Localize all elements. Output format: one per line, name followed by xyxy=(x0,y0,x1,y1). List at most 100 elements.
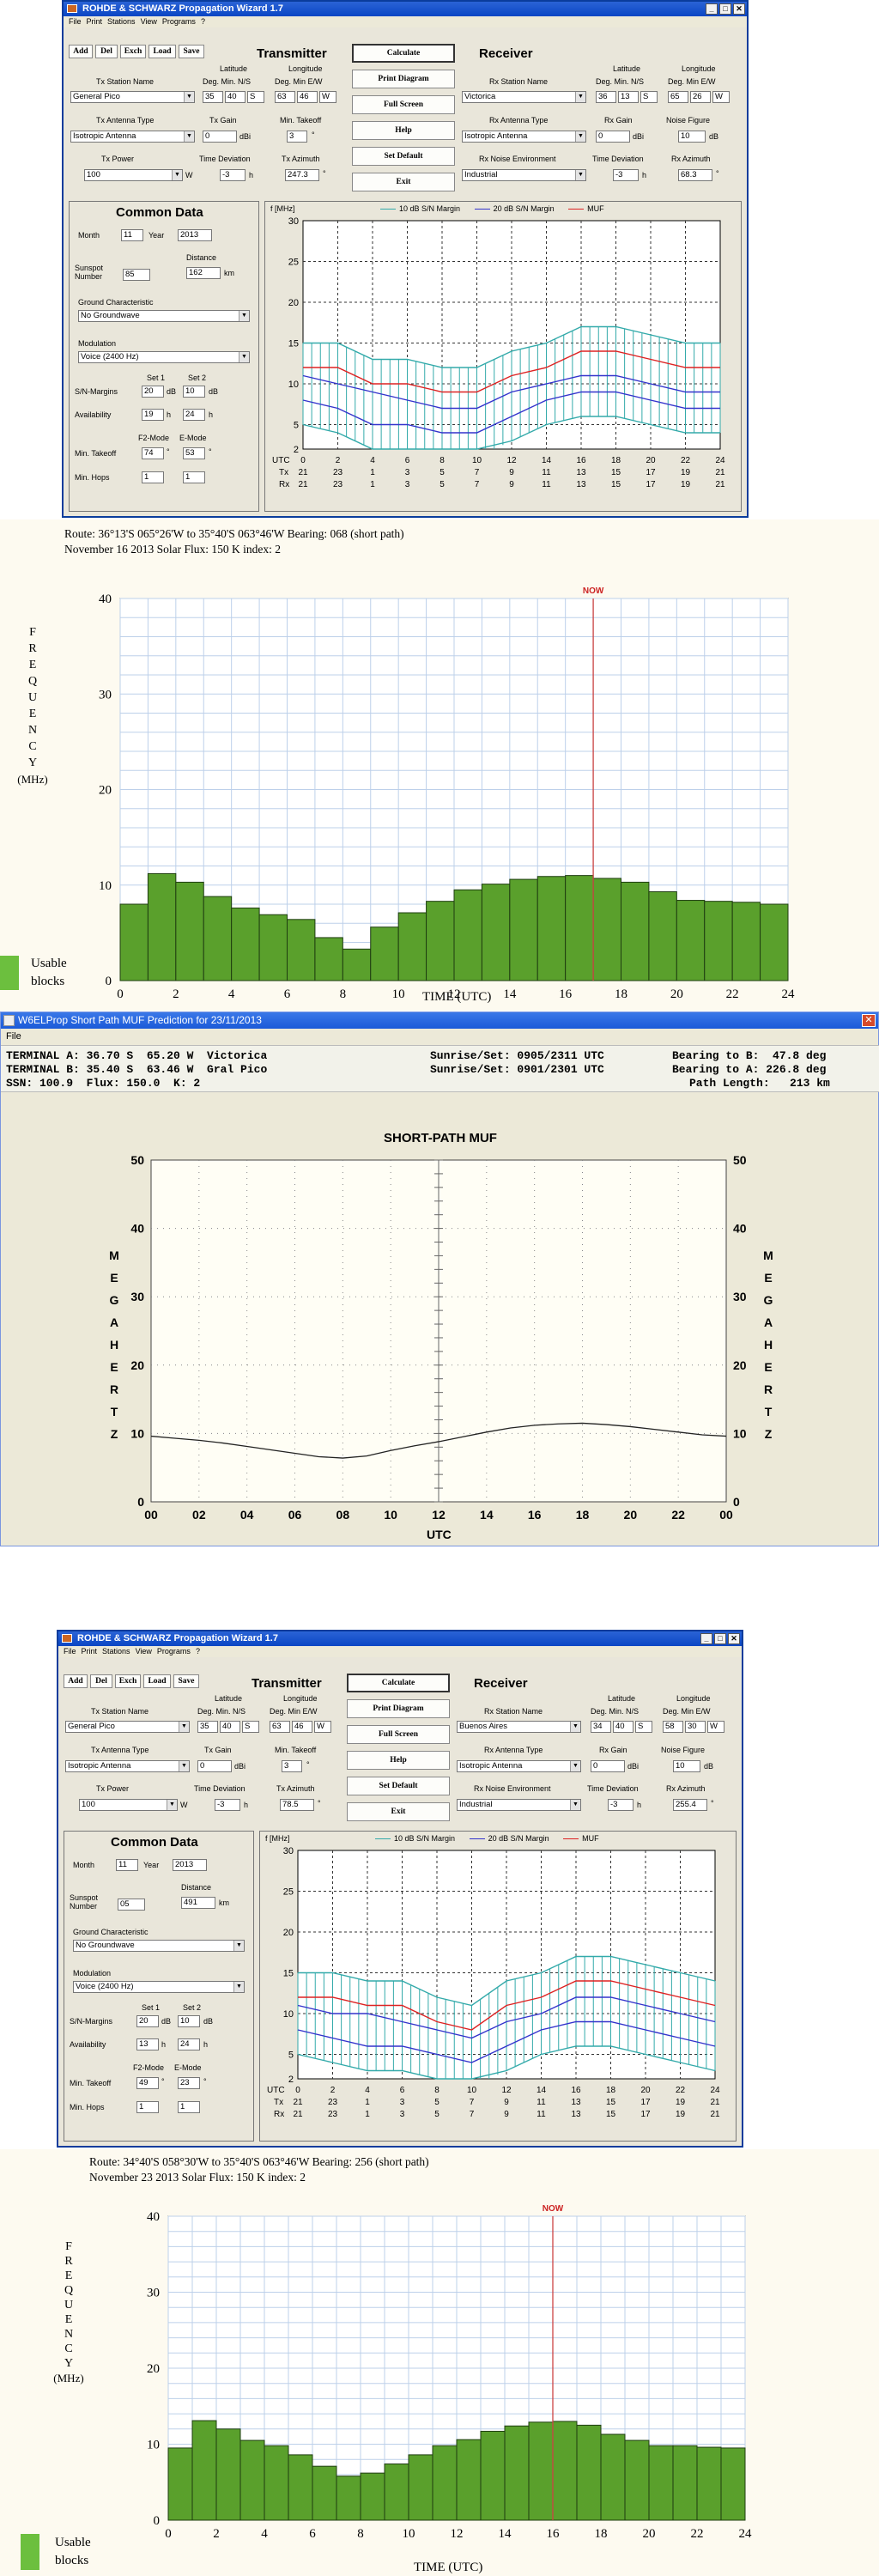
rx-noise-select-2[interactable]: Industrial ▼ xyxy=(457,1799,581,1811)
rx-lon-deg-2[interactable]: 58 xyxy=(663,1721,683,1733)
rx-lat-ns-2[interactable]: S xyxy=(635,1721,652,1733)
print-diagram-button[interactable]: Print Diagram xyxy=(352,70,455,88)
min-takeoff-field[interactable]: 3 xyxy=(287,131,307,143)
tx-gain-field-2[interactable]: 0 xyxy=(197,1760,232,1772)
noise-figure-field[interactable]: 10 xyxy=(678,131,706,143)
rx-noise-select[interactable]: Industrial ▼ xyxy=(462,169,586,181)
exch-button-2[interactable]: Exch xyxy=(115,1674,141,1688)
del-button-2[interactable]: Del xyxy=(90,1674,112,1688)
tx-station-select[interactable]: General Pico ▼ xyxy=(70,91,195,103)
tx-antenna-select[interactable]: Isotropic Antenna ▼ xyxy=(70,131,195,143)
rx-lat-deg-2[interactable]: 34 xyxy=(591,1721,611,1733)
print-diagram-button-2[interactable]: Print Diagram xyxy=(347,1699,450,1718)
rx-lat-min[interactable]: 13 xyxy=(618,91,639,103)
save-button-2[interactable]: Save xyxy=(173,1674,199,1688)
tx-gain-field[interactable]: 0 xyxy=(203,131,237,143)
tx-lon-min[interactable]: 46 xyxy=(297,91,318,103)
tx-lon-deg-2[interactable]: 63 xyxy=(270,1721,290,1733)
ground-select[interactable]: No Groundwave ▼ xyxy=(78,310,250,322)
rx-lon-deg[interactable]: 65 xyxy=(668,91,688,103)
full-screen-button-2[interactable]: Full Screen xyxy=(347,1725,450,1744)
close-button-2[interactable]: ✕ xyxy=(728,1633,740,1644)
load-button[interactable]: Load xyxy=(149,45,176,58)
save-button[interactable]: Save xyxy=(179,45,204,58)
tx-lat-deg[interactable]: 35 xyxy=(203,91,223,103)
tx-lat-deg-2[interactable]: 35 xyxy=(197,1721,218,1733)
exit-button[interactable]: Exit xyxy=(352,173,455,191)
tx-lon-min-2[interactable]: 46 xyxy=(292,1721,312,1733)
exch-button[interactable]: Exch xyxy=(120,45,146,58)
rx-antenna-select-2[interactable]: Isotropic Antenna ▼ xyxy=(457,1760,581,1772)
add-button[interactable]: Add xyxy=(69,45,93,58)
exit-button-2[interactable]: Exit xyxy=(347,1802,450,1821)
tx-time-dev-field-2[interactable]: -3 xyxy=(215,1799,240,1811)
sn-set2-field-2[interactable]: 10 xyxy=(178,2015,200,2027)
rx-lon-ew[interactable]: W xyxy=(712,91,730,103)
minimize-button-2[interactable]: _ xyxy=(700,1633,712,1644)
rx-lat-deg[interactable]: 36 xyxy=(596,91,616,103)
noise-figure-field-2[interactable]: 10 xyxy=(673,1760,700,1772)
add-button-2[interactable]: Add xyxy=(64,1674,88,1688)
sunspot-field[interactable]: 85 xyxy=(123,269,150,281)
sn-set1-field-2[interactable]: 20 xyxy=(136,2015,159,2027)
menu-view-2[interactable]: View xyxy=(136,1647,152,1656)
menu-help-2[interactable]: ? xyxy=(196,1647,200,1656)
tx-power-select-2[interactable]: 100 ▼ xyxy=(79,1799,178,1811)
min-takeoff-field-2[interactable]: 3 xyxy=(282,1760,302,1772)
tx-lat-min[interactable]: 40 xyxy=(225,91,246,103)
full-screen-button[interactable]: Full Screen xyxy=(352,95,455,114)
month-field-2[interactable]: 11 xyxy=(116,1859,138,1871)
rx-antenna-select[interactable]: Isotropic Antenna ▼ xyxy=(462,131,586,143)
modulation-select-2[interactable]: Voice (2400 Hz) ▼ xyxy=(73,1981,245,1993)
rx-time-dev-field[interactable]: -3 xyxy=(613,169,639,181)
rx-lat-min-2[interactable]: 40 xyxy=(613,1721,633,1733)
maximize-button[interactable]: □ xyxy=(719,3,731,15)
calculate-button-2[interactable]: Calculate xyxy=(347,1674,450,1692)
menu-file-2[interactable]: File xyxy=(64,1647,76,1656)
del-button[interactable]: Del xyxy=(95,45,118,58)
ground-select-2[interactable]: No Groundwave ▼ xyxy=(73,1940,245,1952)
year-field-2[interactable]: 2013 xyxy=(173,1859,207,1871)
minimize-button[interactable]: _ xyxy=(706,3,718,15)
tx-station-select-2[interactable]: General Pico ▼ xyxy=(65,1721,190,1733)
tx-antenna-select-2[interactable]: Isotropic Antenna ▼ xyxy=(65,1760,190,1772)
year-field[interactable]: 2013 xyxy=(178,229,212,241)
menu-print[interactable]: Print xyxy=(87,17,103,26)
rx-gain-field-2[interactable]: 0 xyxy=(591,1760,625,1772)
rx-lon-min-2[interactable]: 30 xyxy=(685,1721,706,1733)
help-button[interactable]: Help xyxy=(352,121,455,140)
rx-lon-min[interactable]: 26 xyxy=(690,91,711,103)
tx-power-select[interactable]: 100 ▼ xyxy=(84,169,183,181)
tx-time-dev-field[interactable]: -3 xyxy=(220,169,246,181)
menu-stations-2[interactable]: Stations xyxy=(102,1647,130,1656)
menu-print-2[interactable]: Print xyxy=(82,1647,98,1656)
rx-lon-ew-2[interactable]: W xyxy=(707,1721,724,1733)
sn-set1-field[interactable]: 20 xyxy=(142,386,164,398)
sn-set2-field[interactable]: 10 xyxy=(183,386,205,398)
tx-lat-ns-2[interactable]: S xyxy=(242,1721,259,1733)
calculate-button[interactable]: Calculate xyxy=(352,44,455,63)
rx-time-dev-field-2[interactable]: -3 xyxy=(608,1799,633,1811)
sunspot-field-2[interactable]: 05 xyxy=(118,1899,145,1911)
month-field[interactable]: 11 xyxy=(121,229,143,241)
menu-file[interactable]: File xyxy=(69,17,82,26)
menu-help[interactable]: ? xyxy=(201,17,205,26)
rx-station-select[interactable]: Victorica ▼ xyxy=(462,91,586,103)
menu-view[interactable]: View xyxy=(141,17,157,26)
tx-lon-ew[interactable]: W xyxy=(319,91,336,103)
maximize-button-2[interactable]: □ xyxy=(714,1633,726,1644)
help-button-2[interactable]: Help xyxy=(347,1751,450,1770)
menu-programs-2[interactable]: Programs xyxy=(157,1647,191,1656)
set-default-button[interactable]: Set Default xyxy=(352,147,455,166)
tx-lon-deg[interactable]: 63 xyxy=(275,91,295,103)
modulation-select[interactable]: Voice (2400 Hz) ▼ xyxy=(78,351,250,363)
load-button-2[interactable]: Load xyxy=(143,1674,171,1688)
rx-gain-field[interactable]: 0 xyxy=(596,131,630,143)
tx-lat-ns[interactable]: S xyxy=(247,91,264,103)
rx-station-select-2[interactable]: Buenos Aires ▼ xyxy=(457,1721,581,1733)
tx-lat-min-2[interactable]: 40 xyxy=(220,1721,240,1733)
menu-stations[interactable]: Stations xyxy=(107,17,136,26)
set-default-button-2[interactable]: Set Default xyxy=(347,1777,450,1795)
close-button[interactable]: ✕ xyxy=(733,3,745,15)
tx-lon-ew-2[interactable]: W xyxy=(314,1721,331,1733)
